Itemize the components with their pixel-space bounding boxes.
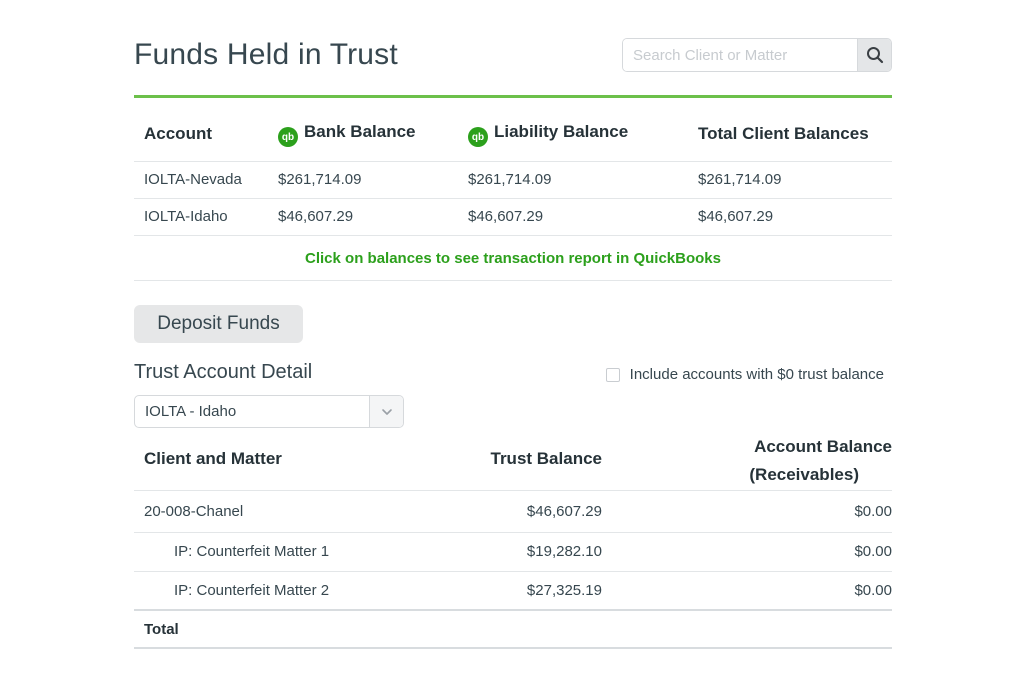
- column-header-trust-balance: Trust Balance: [442, 428, 602, 491]
- trust-account-detail-title: Trust Account Detail: [134, 361, 313, 383]
- table-row: 20-008-Chanel $46,607.29 $0.00: [134, 490, 892, 533]
- table-header-row: Client and Matter Trust Balance Account …: [134, 428, 892, 491]
- total-client-balance: $46,607.29: [688, 198, 892, 236]
- liability-balance-label: Liability Balance: [494, 121, 629, 141]
- total-trust-balance: [442, 609, 602, 649]
- total-account-balance: [602, 609, 892, 649]
- trust-balance: $27,325.19: [442, 571, 602, 611]
- column-header-client-matter: Client and Matter: [134, 428, 442, 491]
- account-balance: $0.00: [602, 490, 892, 533]
- account-balance-label: Account Balance: [754, 436, 892, 456]
- account-name: IOLTA-Nevada: [134, 161, 268, 199]
- search-input[interactable]: [623, 39, 857, 71]
- trust-account-select[interactable]: IOLTA - Idaho: [134, 395, 404, 428]
- quickbooks-icon: qb: [468, 127, 488, 147]
- trust-detail-table: Client and Matter Trust Balance Account …: [134, 428, 892, 649]
- include-zero-balance-checkbox[interactable]: [605, 367, 620, 382]
- bank-balance-label: Bank Balance: [304, 121, 416, 141]
- dropdown-toggle[interactable]: [369, 396, 403, 427]
- include-zero-balance-label: Include accounts with $0 trust balance: [629, 366, 884, 383]
- account-balance: $0.00: [602, 532, 892, 572]
- page-title: Funds Held in Trust: [134, 38, 398, 71]
- chevron-down-icon: [381, 408, 392, 415]
- receivables-label: (Receivables): [749, 464, 859, 484]
- account-balance: $0.00: [602, 571, 892, 611]
- client-name: 20-008-Chanel: [134, 490, 442, 533]
- liability-balance-link[interactable]: $261,714.09: [458, 161, 688, 199]
- table-header-row: Account qb Bank Balance qb Liability Balan…: [134, 108, 892, 162]
- search-box: [622, 38, 892, 72]
- column-header-account-balance: Account Balance (Receivables): [602, 428, 892, 491]
- funds-held-in-trust-panel: Funds Held in Trust Account qb Bank Balan…: [134, 0, 892, 683]
- total-client-balance: $261,714.09: [688, 161, 892, 199]
- selected-account: IOLTA - Idaho: [145, 403, 237, 420]
- column-header-liability-balance: qb Liability Balance: [458, 108, 688, 162]
- bank-balance-link[interactable]: $261,714.09: [268, 161, 458, 199]
- account-name: IOLTA-Idaho: [134, 198, 268, 236]
- table-row: IP: Counterfeit Matter 1 $19,282.10 $0.0…: [134, 532, 892, 572]
- search-button[interactable]: [857, 39, 891, 71]
- column-header-account: Account: [134, 108, 268, 162]
- table-row: IP: Counterfeit Matter 2 $27,325.19 $0.0…: [134, 571, 892, 611]
- bank-balance-link[interactable]: $46,607.29: [268, 198, 458, 236]
- trust-balance: $46,607.29: [442, 490, 602, 533]
- include-zero-balance-option[interactable]: Include accounts with $0 trust balance: [605, 366, 884, 383]
- total-row: Total: [134, 609, 892, 649]
- column-header-total-client-balances: Total Client Balances: [688, 108, 892, 162]
- total-label: Total: [134, 609, 442, 649]
- quickbooks-hint: Click on balances to see transaction rep…: [134, 237, 892, 281]
- quickbooks-icon: qb: [278, 127, 298, 147]
- column-header-bank-balance: qb Bank Balance: [268, 108, 458, 162]
- table-row: IOLTA-Nevada $261,714.09 $261,714.09 $26…: [134, 161, 892, 199]
- table-row: IOLTA-Idaho $46,607.29 $46,607.29 $46,60…: [134, 198, 892, 236]
- search-icon: [866, 47, 883, 64]
- header-divider: [134, 95, 892, 98]
- bank-balances-table: Account qb Bank Balance qb Liability Balan…: [134, 108, 892, 236]
- matter-name: IP: Counterfeit Matter 2: [134, 571, 442, 611]
- trust-balance: $19,282.10: [442, 532, 602, 572]
- deposit-funds-button[interactable]: Deposit Funds: [134, 305, 303, 343]
- liability-balance-link[interactable]: $46,607.29: [458, 198, 688, 236]
- matter-name: IP: Counterfeit Matter 1: [134, 532, 442, 572]
